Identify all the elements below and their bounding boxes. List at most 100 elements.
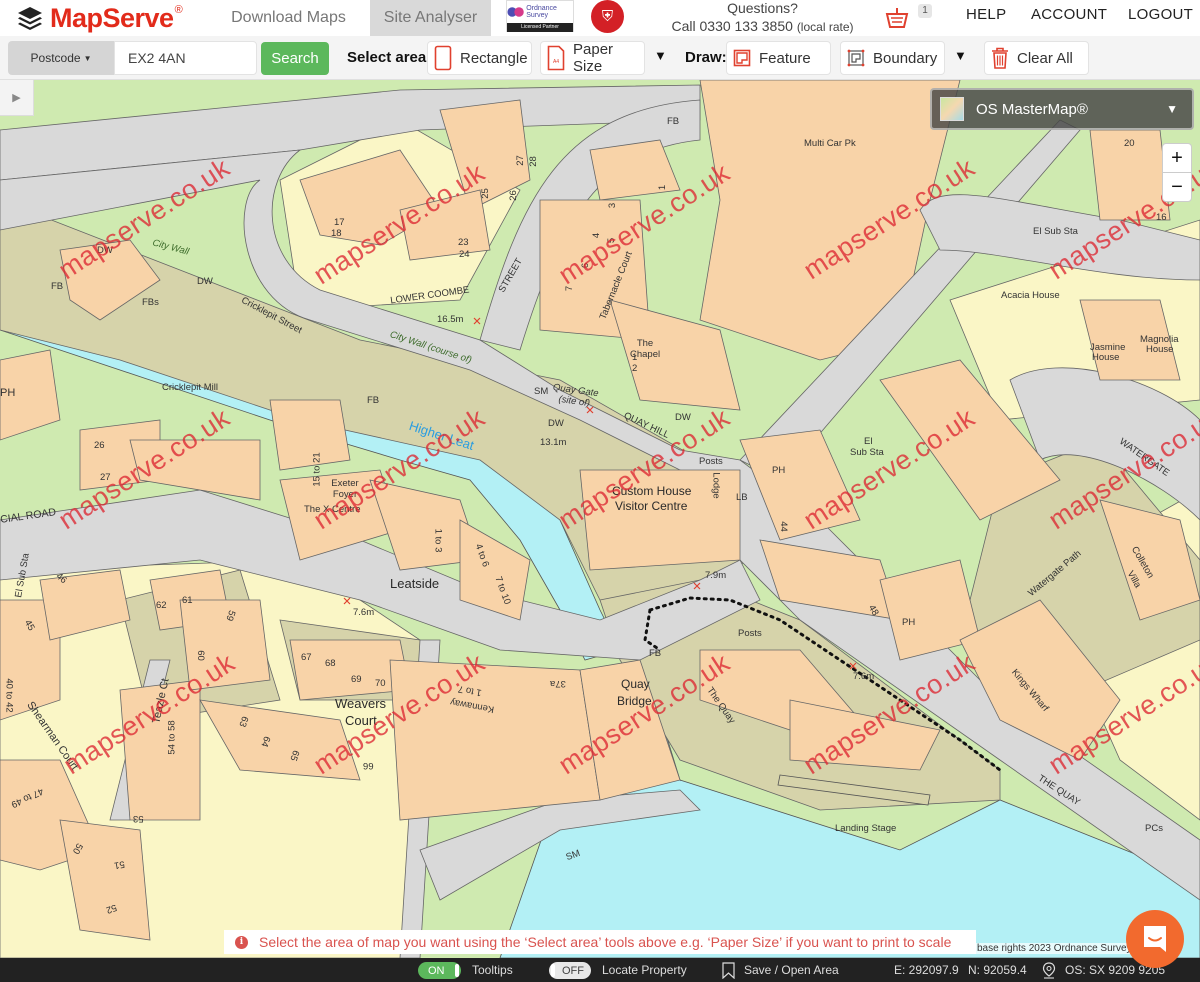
zoom-in-button[interactable]: +: [1163, 144, 1191, 173]
clear-all-button[interactable]: Clear All: [984, 41, 1089, 75]
search-type-dropdown[interactable]: Postcode ▼: [8, 41, 114, 75]
paper-a4-icon: A4: [547, 45, 565, 71]
boundary-dropdown-arrow[interactable]: ▼: [954, 48, 967, 63]
label-num-18: 18: [331, 228, 342, 239]
paper-size-label: Paper Size: [573, 41, 614, 75]
paper-size-button[interactable]: A4 Paper Size: [540, 41, 645, 75]
label-magnolia-house: House: [1146, 344, 1174, 355]
feature-button[interactable]: Feature: [726, 41, 831, 75]
info-icon: i: [235, 935, 248, 949]
phone-number: Call 0330 133 3850: [671, 18, 793, 34]
tooltips-toggle[interactable]: ON: [418, 962, 461, 979]
svg-text:A4: A4: [553, 59, 559, 65]
northing-readout: N: 92059.4: [968, 963, 1027, 977]
basket-icon[interactable]: [885, 6, 909, 30]
label-num-2: 2: [632, 363, 638, 374]
label-num-66: 66: [363, 760, 374, 771]
label-multi-car-pk: Multi Car Pk: [804, 138, 856, 149]
label-quay: Quay: [621, 677, 650, 691]
label-height-7-9m: 7.9m: [705, 570, 727, 581]
label-ph-3: PH: [902, 617, 916, 628]
locate-toggle-state: OFF: [562, 964, 584, 977]
os-badge-name: Ordnance Survey: [526, 5, 557, 19]
locate-property-toggle[interactable]: OFF: [549, 962, 591, 979]
label-num-67: 67: [301, 652, 312, 663]
nav-logout[interactable]: LOGOUT: [1128, 6, 1193, 23]
label-lb: LB: [736, 492, 748, 503]
boundary-button[interactable]: Boundary: [840, 41, 945, 75]
search-button[interactable]: Search: [261, 42, 329, 75]
label-num-44: 44: [777, 521, 789, 532]
paper-size-dropdown-arrow[interactable]: ▼: [654, 48, 667, 63]
label-fb-4: FB: [649, 648, 662, 659]
caret-down-icon: ▼: [83, 53, 92, 63]
label-num-23: 23: [458, 237, 469, 248]
label-num-51: 51: [113, 858, 126, 871]
label-num-25: 25: [479, 188, 491, 199]
contact-info: Questions? Call 0330 133 3850 (local rat…: [660, 0, 865, 37]
questions-title: Questions?: [727, 0, 798, 16]
label-num-3: 3: [607, 202, 619, 209]
label-num-28: 28: [527, 156, 539, 167]
label-num-54-to-58: 54 to 58: [166, 720, 178, 755]
label-dw-2: DW: [197, 276, 213, 287]
tab-site-analyser[interactable]: Site Analyser: [370, 0, 491, 36]
label-num-37a: 37a: [550, 678, 566, 689]
sidebar-toggle-button[interactable]: ▶: [0, 80, 34, 116]
tooltips-toggle-state: ON: [428, 964, 445, 977]
label-jasmine-house: House: [1092, 352, 1120, 363]
map-toolbar: Postcode▼ Search Select area: Rectangle …: [0, 36, 1200, 80]
label-num-1b: 1: [632, 352, 638, 363]
trash-icon: [992, 47, 1008, 69]
tab-download-maps[interactable]: Download Maps: [216, 0, 361, 36]
label-num-15-to-21: 15 to 21: [311, 452, 323, 487]
boundary-icon: [847, 49, 865, 67]
map-layer-selector[interactable]: OS MasterMap® ▼: [930, 88, 1194, 130]
label-visitor-centre: Visitor Centre: [615, 499, 688, 513]
label-acacia-house: Acacia House: [1001, 290, 1060, 301]
rectangle-button[interactable]: Rectangle: [427, 41, 532, 75]
label-fb-1: FB: [51, 281, 64, 292]
label-num-27: 27: [514, 155, 526, 166]
registered-mark: ®: [174, 4, 183, 16]
label-num-26: 26: [507, 190, 519, 201]
label-height-16-5m: 16.5m: [437, 314, 464, 325]
os-badge-subtitle: Licensed Partner: [507, 23, 573, 32]
bookmark-icon[interactable]: [722, 962, 735, 979]
location-pin-icon: [1042, 962, 1056, 979]
zoom-out-button[interactable]: −: [1163, 173, 1191, 202]
label-height-7-6m-b: 7.6m: [853, 671, 875, 682]
top-header: MapServe ® Download Maps Site Analyser Or…: [0, 0, 1200, 36]
label-lodge: Lodge: [710, 472, 722, 499]
clear-all-label: Clear All: [1017, 49, 1073, 67]
label-num-40-to-42: 40 to 42: [3, 678, 15, 713]
nav-help[interactable]: HELP: [966, 6, 1006, 23]
map-layer-thumbnail: [940, 97, 964, 121]
save-open-area-button[interactable]: Save / Open Area: [744, 963, 839, 977]
locate-property-label: Locate Property: [602, 963, 687, 977]
label-leatside: Leatside: [390, 576, 440, 591]
label-posts-2: Posts: [738, 628, 762, 639]
nav-account[interactable]: ACCOUNT: [1031, 6, 1107, 23]
label-height-7-6m-a: 7.6m: [353, 607, 375, 618]
chat-icon: [1144, 926, 1166, 952]
boundary-label: Boundary: [873, 49, 938, 67]
crest-icon: ⛨: [591, 0, 624, 33]
select-area-label: Select area:: [347, 49, 432, 66]
label-el-sub-sta-1: El Sub Sta: [1033, 226, 1078, 237]
label-el-2: El: [864, 436, 873, 447]
postcode-input[interactable]: [114, 41, 257, 75]
label-num-17: 17: [334, 217, 345, 228]
map-canvas[interactable]: Multi Car Pk LOWER COOMBE STREET 16.5m T…: [0, 80, 1200, 958]
search-type-label: Postcode: [30, 51, 81, 65]
label-num-70: 70: [375, 678, 386, 689]
mapserve-logo[interactable]: MapServe ®: [16, 3, 183, 33]
chat-launcher-button[interactable]: [1126, 910, 1184, 968]
label-num-62: 62: [156, 600, 167, 611]
label-landing-stage: Landing Stage: [835, 823, 897, 834]
rectangle-icon: [434, 45, 452, 71]
label-num-61: 61: [182, 595, 193, 606]
label-dw-3: DW: [548, 418, 564, 429]
caret-down-icon: ▼: [1166, 102, 1178, 116]
label-num-68: 68: [325, 658, 336, 669]
